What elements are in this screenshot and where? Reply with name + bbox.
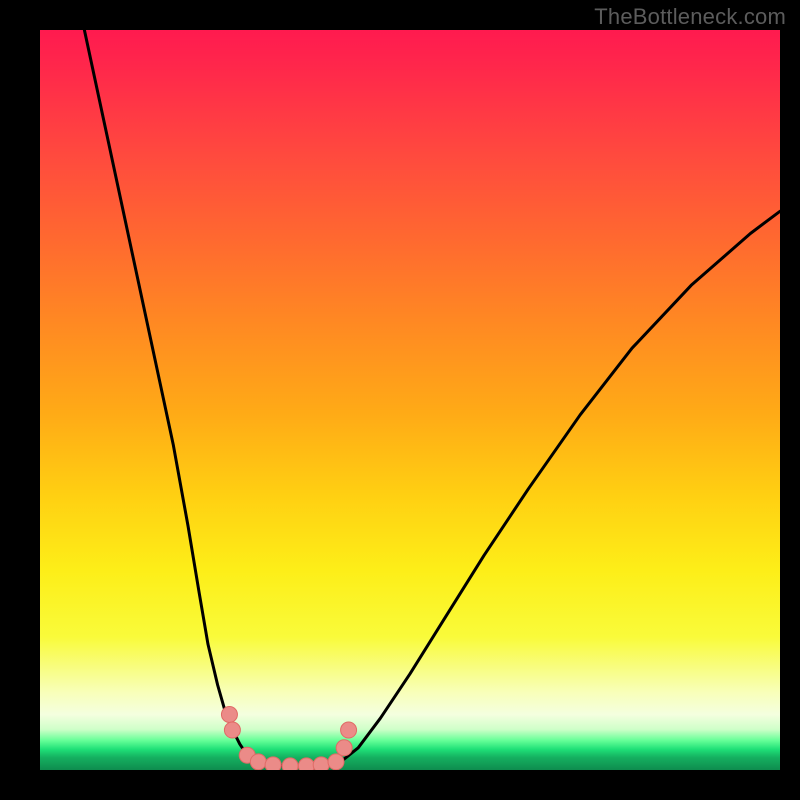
valley-marker: [265, 757, 281, 770]
valley-marker: [341, 722, 357, 738]
valley-marker: [250, 754, 266, 770]
valley-markers: [221, 707, 356, 771]
curve-path: [84, 30, 780, 766]
bottleneck-curve: [84, 30, 780, 766]
valley-marker: [298, 758, 314, 770]
chart-svg: [40, 30, 780, 770]
valley-marker: [336, 740, 352, 756]
valley-marker: [313, 757, 329, 770]
valley-marker: [328, 754, 344, 770]
watermark-text: TheBottleneck.com: [594, 4, 786, 30]
valley-marker: [282, 758, 298, 770]
valley-marker: [224, 722, 240, 738]
plot-area: [40, 30, 780, 770]
chart-frame: TheBottleneck.com: [0, 0, 800, 800]
valley-marker: [221, 707, 237, 723]
